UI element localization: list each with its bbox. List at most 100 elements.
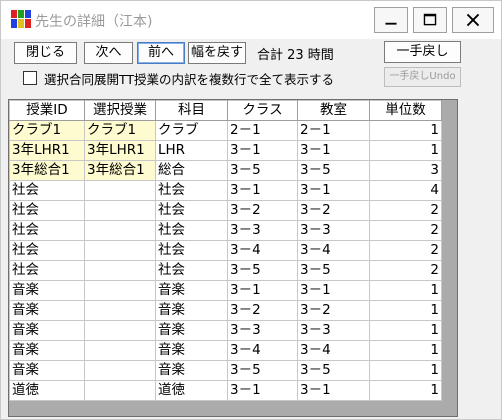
cell-lesson-id[interactable]: 3年総合1 <box>9 160 85 181</box>
cell-units[interactable]: 1 <box>369 340 442 361</box>
cell-class[interactable]: 3－4 <box>227 240 298 261</box>
cell-units[interactable]: 2 <box>369 260 442 281</box>
cell-subject[interactable]: 社会 <box>155 220 228 241</box>
maximize-button[interactable] <box>413 7 447 33</box>
cell-lesson-id[interactable]: 社会 <box>9 240 85 261</box>
prev-button[interactable]: 前へ <box>137 42 185 64</box>
cell-class[interactable]: 3－2 <box>227 200 298 221</box>
cell-subject[interactable]: 音楽 <box>155 360 228 381</box>
minimize-button[interactable] <box>374 7 408 33</box>
table-row[interactable]: クラブ1 クラブ1 クラブ 2－1 2－1 1 <box>9 120 442 141</box>
cell-room[interactable]: 3－5 <box>297 260 370 281</box>
lesson-grid[interactable]: 授業ID 選択授業 科目 クラス 教室 単位数 クラブ1 クラブ1 クラブ 2－1 2－… <box>8 99 458 417</box>
cell-elective[interactable] <box>84 320 156 341</box>
show-all-rows-label[interactable]: 選択合同展開TT授業の内訳を複数行で全て表示する <box>44 69 334 88</box>
cell-lesson-id[interactable]: 3年LHR1 <box>9 140 85 161</box>
cell-lesson-id[interactable]: クラブ1 <box>9 120 85 141</box>
cell-class[interactable]: 3－3 <box>227 320 298 341</box>
cell-class[interactable]: 3－3 <box>227 220 298 241</box>
cell-subject[interactable]: 社会 <box>155 180 228 201</box>
cell-room[interactable]: 3－1 <box>297 280 370 301</box>
cell-room[interactable]: 3－3 <box>297 220 370 241</box>
header-lesson-id[interactable]: 授業ID <box>9 100 85 121</box>
cell-units[interactable]: 2 <box>369 220 442 241</box>
cell-elective[interactable] <box>84 380 156 401</box>
table-row[interactable]: 音楽 音楽 3－2 3－2 1 <box>9 300 442 321</box>
cell-room[interactable]: 3－5 <box>297 160 370 181</box>
table-row[interactable]: 3年総合1 3年総合1 総合 3－5 3－5 3 <box>9 160 442 181</box>
cell-elective[interactable] <box>84 340 156 361</box>
reset-width-button[interactable]: 幅を戻す <box>188 42 246 64</box>
table-row[interactable]: 音楽 音楽 3－3 3－3 1 <box>9 320 442 341</box>
cell-units[interactable]: 1 <box>369 320 442 341</box>
cell-class[interactable]: 3－1 <box>227 140 298 161</box>
cell-lesson-id[interactable]: 社会 <box>9 200 85 221</box>
cell-room[interactable]: 3－4 <box>297 240 370 261</box>
cell-class[interactable]: 3－5 <box>227 360 298 381</box>
cell-elective[interactable] <box>84 280 156 301</box>
cell-units[interactable]: 4 <box>369 180 442 201</box>
cell-room[interactable]: 3－4 <box>297 340 370 361</box>
undo-button[interactable]: 一手戻し <box>384 41 461 63</box>
cell-class[interactable]: 3－1 <box>227 180 298 201</box>
cell-units[interactable]: 2 <box>369 240 442 261</box>
cell-class[interactable]: 2－1 <box>227 120 298 141</box>
cell-lesson-id[interactable]: 音楽 <box>9 340 85 361</box>
table-row[interactable]: 社会 社会 3－1 3－1 4 <box>9 180 442 201</box>
table-row[interactable]: 社会 社会 3－4 3－4 2 <box>9 240 442 261</box>
cell-room[interactable]: 3－5 <box>297 360 370 381</box>
cell-units[interactable]: 1 <box>369 140 442 161</box>
cell-room[interactable]: 3－1 <box>297 140 370 161</box>
cell-room[interactable]: 3－2 <box>297 200 370 221</box>
cell-room[interactable]: 3－2 <box>297 300 370 321</box>
cell-elective[interactable] <box>84 180 156 201</box>
cell-lesson-id[interactable]: 音楽 <box>9 360 85 381</box>
cell-lesson-id[interactable]: 社会 <box>9 260 85 281</box>
cell-elective[interactable] <box>84 200 156 221</box>
close-button[interactable]: 閉じる <box>14 42 77 64</box>
header-room[interactable]: 教室 <box>297 100 370 121</box>
cell-lesson-id[interactable]: 音楽 <box>9 280 85 301</box>
table-row[interactable]: 社会 社会 3－3 3－3 2 <box>9 220 442 241</box>
cell-elective[interactable] <box>84 220 156 241</box>
cell-units[interactable]: 1 <box>369 360 442 381</box>
cell-elective[interactable] <box>84 260 156 281</box>
table-row[interactable]: 音楽 音楽 3－1 3－1 1 <box>9 280 442 301</box>
cell-subject[interactable]: 音楽 <box>155 340 228 361</box>
title-bar[interactable]: 先生の詳細（江本) <box>1 1 501 39</box>
cell-lesson-id[interactable]: 社会 <box>9 180 85 201</box>
cell-elective[interactable]: 3年LHR1 <box>84 140 156 161</box>
table-row[interactable]: 3年LHR1 3年LHR1 LHR 3－1 3－1 1 <box>9 140 442 161</box>
cell-units[interactable]: 1 <box>369 300 442 321</box>
cell-elective[interactable] <box>84 240 156 261</box>
header-class[interactable]: クラス <box>227 100 298 121</box>
table-row[interactable]: 音楽 音楽 3－4 3－4 1 <box>9 340 442 361</box>
cell-elective[interactable] <box>84 300 156 321</box>
table-row[interactable]: 道徳 道徳 3－1 3－1 1 <box>9 380 442 401</box>
cell-class[interactable]: 3－4 <box>227 340 298 361</box>
cell-elective[interactable] <box>84 360 156 381</box>
cell-room[interactable]: 3－1 <box>297 380 370 401</box>
cell-elective[interactable]: クラブ1 <box>84 120 156 141</box>
cell-lesson-id[interactable]: 音楽 <box>9 320 85 341</box>
cell-class[interactable]: 3－2 <box>227 300 298 321</box>
cell-elective[interactable]: 3年総合1 <box>84 160 156 181</box>
cell-units[interactable]: 1 <box>369 380 442 401</box>
cell-subject[interactable]: 音楽 <box>155 320 228 341</box>
cell-lesson-id[interactable]: 道徳 <box>9 380 85 401</box>
close-window-button[interactable] <box>452 7 494 33</box>
cell-units[interactable]: 1 <box>369 280 442 301</box>
cell-units[interactable]: 1 <box>369 120 442 141</box>
header-units[interactable]: 単位数 <box>369 100 442 121</box>
cell-class[interactable]: 3－1 <box>227 380 298 401</box>
cell-subject[interactable]: 音楽 <box>155 300 228 321</box>
cell-room[interactable]: 3－3 <box>297 320 370 341</box>
cell-subject[interactable]: LHR <box>155 140 228 161</box>
header-subject[interactable]: 科目 <box>155 100 228 121</box>
cell-subject[interactable]: 総合 <box>155 160 228 181</box>
cell-units[interactable]: 2 <box>369 200 442 221</box>
cell-class[interactable]: 3－5 <box>227 260 298 281</box>
table-row[interactable]: 社会 社会 3－5 3－5 2 <box>9 260 442 281</box>
cell-subject[interactable]: 道徳 <box>155 380 228 401</box>
next-button[interactable]: 次へ <box>84 42 133 64</box>
